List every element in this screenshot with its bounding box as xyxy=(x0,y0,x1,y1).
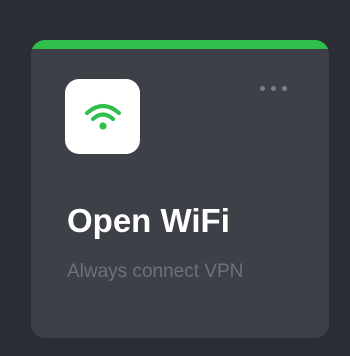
wifi-icon-tile xyxy=(65,79,140,154)
card-subtitle: Always connect VPN xyxy=(67,261,244,282)
status-accent-bar xyxy=(31,40,329,49)
wifi-icon xyxy=(84,103,121,130)
network-card[interactable]: Open WiFi Always connect VPN xyxy=(31,40,329,338)
more-horizontal-icon xyxy=(259,85,265,91)
card-title: Open WiFi xyxy=(67,202,230,239)
more-options-button[interactable] xyxy=(253,77,293,99)
